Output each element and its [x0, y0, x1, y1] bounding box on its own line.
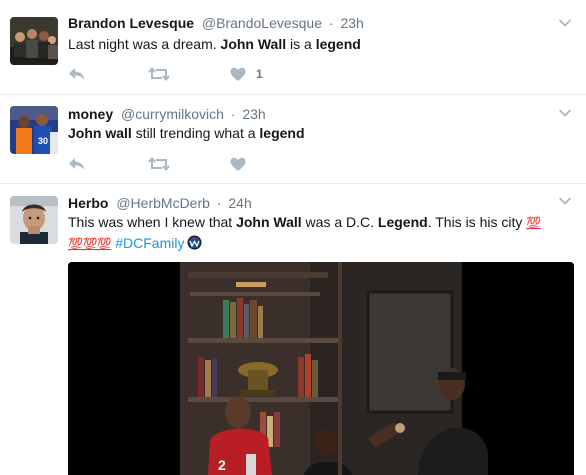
- retweet-button[interactable]: [148, 155, 170, 173]
- chevron-down-icon[interactable]: [558, 16, 572, 30]
- tweet-text: This was when I knew that John Wall was …: [68, 212, 568, 254]
- like-count: 1: [256, 67, 263, 81]
- text-highlight: legend: [315, 36, 361, 52]
- reply-button[interactable]: [68, 155, 86, 173]
- chevron-down-icon[interactable]: [558, 106, 572, 120]
- text-highlight: John Wall: [236, 214, 302, 230]
- tweet[interactable]: Herbo @HerbMcDerb · 24h This was when I …: [0, 184, 586, 475]
- user-handle[interactable]: @BrandoLevesque: [202, 15, 322, 31]
- like-icon: [230, 157, 246, 171]
- tweet-actions: [68, 155, 308, 175]
- like-button[interactable]: 1: [230, 65, 263, 83]
- user-handle[interactable]: @currymilkovich: [121, 106, 224, 122]
- wizards-logo-icon: [187, 235, 202, 250]
- display-name[interactable]: money: [68, 106, 113, 122]
- like-icon: [230, 67, 246, 81]
- text-highlight: John wall: [68, 125, 132, 141]
- video-frame: 2: [68, 262, 574, 475]
- retweet-icon: [148, 66, 170, 82]
- reply-icon: [69, 68, 85, 80]
- tweet-header: money @currymilkovich · 23h: [68, 105, 266, 123]
- reply-button[interactable]: [68, 65, 86, 83]
- timestamp[interactable]: 23h: [340, 15, 363, 31]
- tweet-header: Brandon Levesque @BrandoLevesque · 23h: [68, 14, 364, 32]
- avatar[interactable]: 30: [10, 106, 58, 154]
- user-handle[interactable]: @HerbMcDerb: [116, 195, 210, 211]
- retweet-button[interactable]: [148, 65, 170, 83]
- separator-dot: ·: [230, 106, 236, 122]
- text-highlight: legend: [259, 125, 305, 141]
- tweet-actions: 1: [68, 65, 308, 85]
- reply-icon: [69, 158, 85, 170]
- text-segment: . This is his city: [427, 214, 527, 230]
- text-segment: Last night was a dream.: [68, 36, 221, 52]
- tweet-header: Herbo @HerbMcDerb · 24h: [68, 194, 252, 212]
- avatar[interactable]: [10, 196, 58, 244]
- svg-text:30: 30: [38, 136, 48, 146]
- chevron-down-icon[interactable]: [558, 194, 572, 208]
- tweet[interactable]: Brandon Levesque @BrandoLevesque · 23h L…: [0, 0, 586, 95]
- avatar[interactable]: [10, 17, 58, 65]
- separator-dot: ·: [216, 195, 222, 211]
- text-segment: was a D.C.: [301, 214, 378, 230]
- svg-text:2: 2: [218, 457, 226, 473]
- display-name[interactable]: Brandon Levesque: [68, 15, 194, 31]
- tweet-text: Last night was a dream. John Wall is a l…: [68, 35, 568, 54]
- text-segment: still trending what a: [131, 125, 260, 141]
- tweet-feed: Brandon Levesque @BrandoLevesque · 23h L…: [0, 0, 586, 475]
- hundred-points-emoji: 💯💯💯: [68, 237, 112, 251]
- text-highlight: John Wall: [220, 36, 287, 52]
- like-button[interactable]: [230, 155, 246, 173]
- text-segment: This was when I knew that: [68, 214, 237, 230]
- timestamp[interactable]: 24h: [228, 195, 251, 211]
- display-name[interactable]: Herbo: [68, 195, 108, 211]
- text-highlight: Legend: [377, 214, 428, 230]
- retweet-icon: [148, 156, 170, 172]
- text-segment: is a: [286, 36, 316, 52]
- tweet[interactable]: 30 money @currymilkovich · 23h John wall…: [0, 95, 586, 184]
- hashtag-link[interactable]: #DCFamily: [115, 235, 184, 251]
- timestamp[interactable]: 23h: [242, 106, 265, 122]
- hundred-points-emoji: 💯: [526, 216, 541, 230]
- tweet-text: John wall still trending what a legend: [68, 124, 568, 143]
- separator-dot: ·: [328, 15, 334, 31]
- video-player[interactable]: 2: [68, 262, 574, 475]
